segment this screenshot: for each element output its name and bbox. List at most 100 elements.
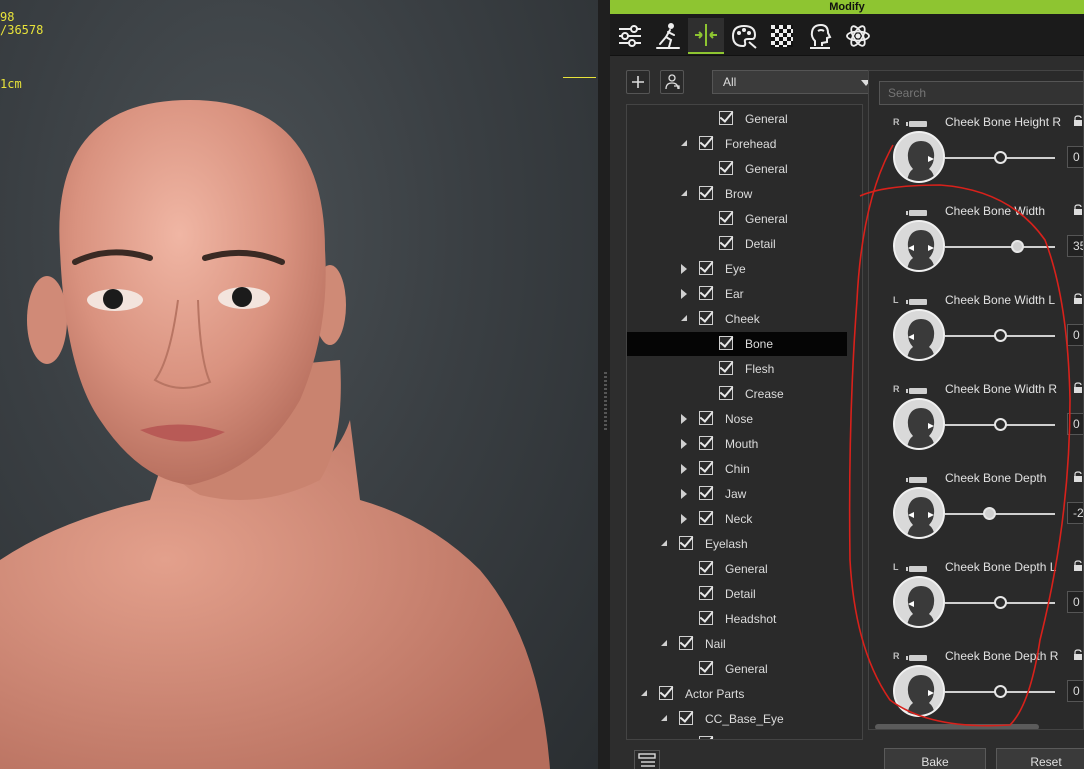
tree-item[interactable]: Chin <box>627 457 847 481</box>
visibility-checkbox[interactable] <box>699 561 713 575</box>
tree-item[interactable]: Eyelash <box>627 532 847 556</box>
slider-thumb[interactable] <box>994 329 1007 342</box>
tree-item[interactable]: General <box>627 107 847 131</box>
visibility-checkbox[interactable] <box>719 111 733 125</box>
visibility-checkbox[interactable] <box>699 136 713 150</box>
tree-item[interactable]: Nose <box>627 407 847 431</box>
slider-value-field[interactable]: 0 <box>1067 591 1083 613</box>
slider-value-field[interactable]: 35 <box>1067 235 1083 257</box>
slider-value-field[interactable]: 0 <box>1067 324 1083 346</box>
visibility-checkbox[interactable] <box>679 711 693 725</box>
slider-thumb[interactable] <box>994 151 1007 164</box>
visibility-checkbox[interactable] <box>699 186 713 200</box>
tab-motion[interactable] <box>650 18 686 54</box>
slider-thumb[interactable] <box>1010 240 1024 253</box>
visibility-checkbox[interactable] <box>679 636 693 650</box>
bake-button[interactable]: Bake <box>884 748 986 769</box>
tree-item[interactable]: General <box>627 207 847 231</box>
tab-head[interactable] <box>802 18 838 54</box>
unlock-icon[interactable] <box>1073 382 1083 394</box>
tree-item[interactable] <box>627 732 847 739</box>
tree-item[interactable]: Actor Parts <box>627 682 847 706</box>
unlock-icon[interactable] <box>1073 115 1083 127</box>
tree-item[interactable]: Nail <box>627 632 847 656</box>
tree-item[interactable]: CC_Base_Eye <box>627 707 847 731</box>
unlock-icon[interactable] <box>1073 471 1083 483</box>
tree-item[interactable]: Brow <box>627 182 847 206</box>
slider-track[interactable] <box>945 513 1055 515</box>
unlock-icon[interactable] <box>1073 649 1083 661</box>
slider-value-field[interactable]: 0 <box>1067 146 1083 168</box>
expanded-triangle-icon[interactable] <box>661 540 667 546</box>
tree-item[interactable]: Bone <box>627 332 847 356</box>
slider-thumb[interactable] <box>994 418 1007 431</box>
add-button[interactable] <box>626 70 650 94</box>
tab-texture[interactable] <box>764 18 800 54</box>
tree-item[interactable]: Forehead <box>627 132 847 156</box>
filter-dropdown[interactable]: All <box>712 70 878 94</box>
collapsed-triangle-icon[interactable] <box>681 464 687 474</box>
collapsed-triangle-icon[interactable] <box>681 439 687 449</box>
visibility-checkbox[interactable] <box>719 361 733 375</box>
visibility-checkbox[interactable] <box>719 211 733 225</box>
visibility-checkbox[interactable] <box>719 236 733 250</box>
visibility-checkbox[interactable] <box>679 536 693 550</box>
tree-item[interactable]: Detail <box>627 582 847 606</box>
expanded-triangle-icon[interactable] <box>661 640 667 646</box>
slider-track[interactable] <box>945 246 1055 248</box>
collapsed-triangle-icon[interactable] <box>681 414 687 424</box>
actor-filter-button[interactable] <box>660 70 684 94</box>
visibility-checkbox[interactable] <box>699 736 713 739</box>
tree-item[interactable]: Detail <box>627 232 847 256</box>
slider-thumb[interactable] <box>994 685 1007 698</box>
morph-tree[interactable]: General Forehead General Brow General Detail E… <box>626 104 863 740</box>
visibility-checkbox[interactable] <box>699 436 713 450</box>
panel-splitter[interactable] <box>598 0 610 769</box>
tree-item[interactable]: Headshot <box>627 607 847 631</box>
expanded-triangle-icon[interactable] <box>661 715 667 721</box>
visibility-checkbox[interactable] <box>699 661 713 675</box>
expanded-triangle-icon[interactable] <box>681 315 687 321</box>
tree-item[interactable]: Eye <box>627 257 847 281</box>
visibility-checkbox[interactable] <box>699 311 713 325</box>
collapsed-triangle-icon[interactable] <box>681 514 687 524</box>
tree-item[interactable]: General <box>627 657 847 681</box>
visibility-checkbox[interactable] <box>719 336 733 350</box>
3d-viewport[interactable]: 98 /36578 1cm <box>0 0 598 769</box>
slider-thumb[interactable] <box>983 507 996 520</box>
tab-physics[interactable] <box>840 18 876 54</box>
tree-options-button[interactable] <box>634 750 660 769</box>
slider-thumb[interactable] <box>994 596 1007 609</box>
tree-item[interactable]: Neck <box>627 507 847 531</box>
collapsed-triangle-icon[interactable] <box>681 264 687 274</box>
reset-button[interactable]: Reset <box>996 748 1084 769</box>
visibility-checkbox[interactable] <box>699 486 713 500</box>
slider-value-field[interactable]: 0 <box>1067 413 1083 435</box>
collapsed-triangle-icon[interactable] <box>681 289 687 299</box>
tab-sliders[interactable] <box>612 18 648 54</box>
tree-item[interactable]: Crease <box>627 382 847 406</box>
visibility-checkbox[interactable] <box>699 511 713 525</box>
expanded-triangle-icon[interactable] <box>681 140 687 146</box>
tree-item[interactable]: Mouth <box>627 432 847 456</box>
tree-item[interactable]: Ear <box>627 282 847 306</box>
visibility-checkbox[interactable] <box>699 461 713 475</box>
unlock-icon[interactable] <box>1073 560 1083 572</box>
slider-value-field[interactable]: 0 <box>1067 680 1083 702</box>
tree-item[interactable]: Cheek <box>627 307 847 331</box>
unlock-icon[interactable] <box>1073 204 1083 216</box>
tab-morph[interactable] <box>688 18 724 54</box>
tree-item[interactable]: Jaw <box>627 482 847 506</box>
slider-horizontal-scrollbar[interactable] <box>875 724 1039 729</box>
unlock-icon[interactable] <box>1073 293 1083 305</box>
expanded-triangle-icon[interactable] <box>641 690 647 696</box>
visibility-checkbox[interactable] <box>699 586 713 600</box>
visibility-checkbox[interactable] <box>659 686 673 700</box>
expanded-triangle-icon[interactable] <box>681 190 687 196</box>
tree-item[interactable]: Flesh <box>627 357 847 381</box>
search-input[interactable] <box>879 81 1083 105</box>
collapsed-triangle-icon[interactable] <box>681 489 687 499</box>
tree-item[interactable]: General <box>627 557 847 581</box>
visibility-checkbox[interactable] <box>699 286 713 300</box>
visibility-checkbox[interactable] <box>699 411 713 425</box>
